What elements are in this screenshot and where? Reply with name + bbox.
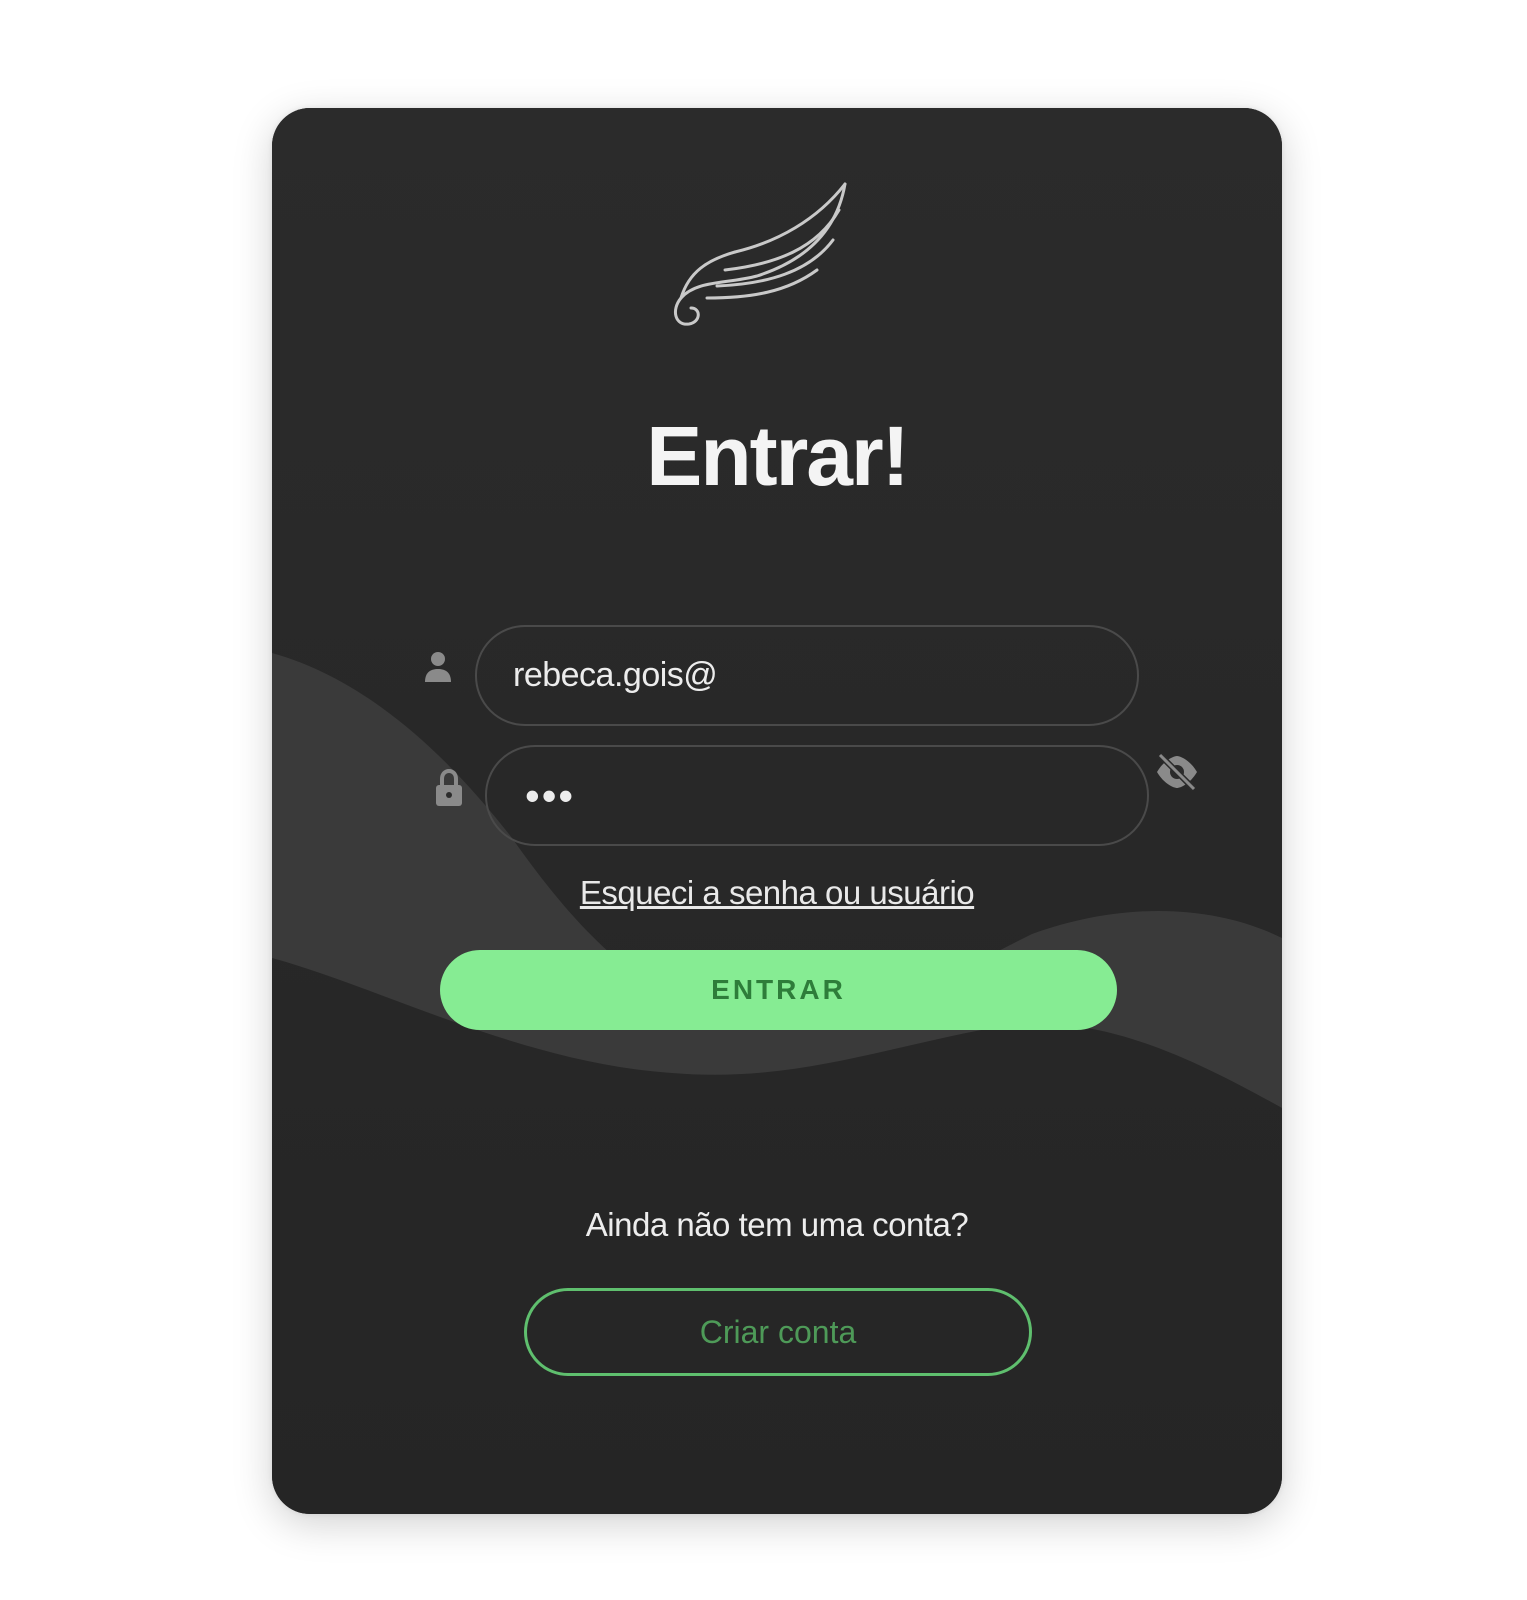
no-account-text: Ainda não tem uma conta? — [585, 1206, 969, 1243]
create-account-button[interactable]: Criar conta — [524, 1288, 1032, 1376]
wing-logo-icon — [673, 182, 847, 326]
lock-icon — [436, 768, 462, 806]
enter-button[interactable]: ENTRAR — [440, 950, 1117, 1030]
password-input[interactable] — [485, 745, 1149, 846]
email-input[interactable] — [475, 625, 1139, 726]
page-title: Entrar! — [646, 409, 909, 503]
eye-slash-icon[interactable] — [1154, 752, 1200, 792]
user-icon — [425, 652, 451, 682]
forgot-password-link[interactable]: Esqueci a senha ou usuário — [272, 874, 1282, 912]
login-card: Entrar! Esqueci a senha ou usuário ENTRA… — [272, 108, 1282, 1514]
